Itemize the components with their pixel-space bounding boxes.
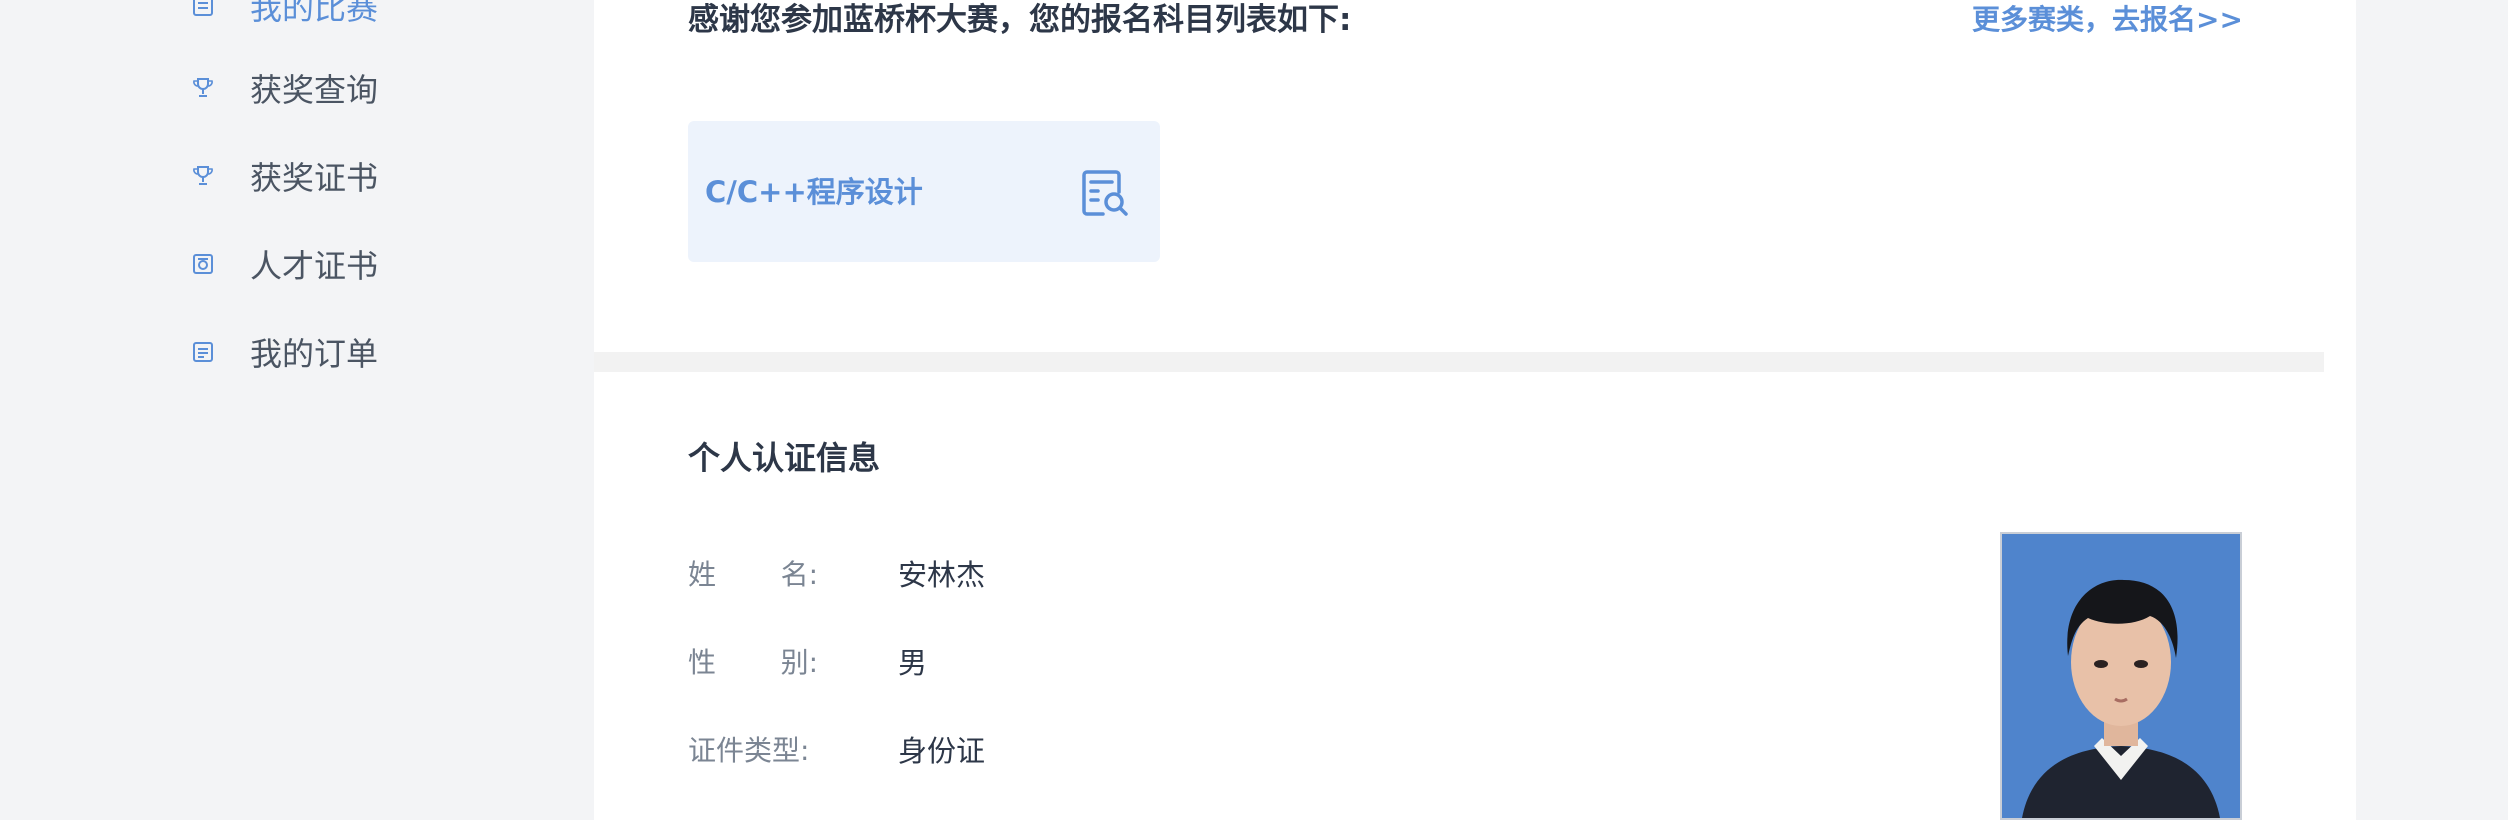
order-icon: [190, 339, 216, 365]
name-label: 姓 名:: [688, 555, 838, 595]
section-divider: [594, 352, 2324, 372]
subject-name: C/C++程序设计: [705, 175, 923, 209]
label-char: 别:: [780, 646, 818, 679]
id-type-label: 证件类型:: [688, 734, 810, 767]
sidebar-item-label: 获奖证书: [250, 159, 379, 197]
label-char: 姓: [688, 558, 717, 591]
id-type-value: 身份证: [898, 734, 986, 768]
registration-heading: 感谢您参加蓝桥杯大赛，您的报名科目列表如下:: [688, 2, 1352, 38]
subject-card[interactable]: C/C++程序设计: [688, 121, 1160, 262]
sidebar-item-label: 我的比赛: [250, 0, 379, 27]
sidebar-item-talent-certificate[interactable]: 人才证书: [190, 236, 378, 292]
name-value: 安林杰: [898, 558, 986, 592]
sidebar-item-label: 获奖查询: [250, 71, 379, 109]
sidebar-item-award-query[interactable]: 获奖查询: [190, 60, 378, 116]
certificate-icon: [190, 251, 216, 277]
sidebar: 我的比赛 获奖查询 获奖证书 人才证书 我的订单: [0, 0, 594, 820]
sidebar-item-award-certificate[interactable]: 获奖证书: [190, 148, 378, 204]
more-competitions-link[interactable]: 更多赛类，去报名>>: [1972, 0, 2243, 40]
label-char: 性: [688, 646, 717, 679]
sidebar-item-label: 我的订单: [250, 335, 379, 373]
sidebar-item-my-orders[interactable]: 我的订单: [190, 324, 378, 380]
page-background-right: [2356, 0, 2508, 820]
sidebar-item-label: 人才证书: [250, 247, 379, 285]
trophy-icon: [190, 75, 216, 101]
label-char: 名:: [780, 558, 818, 591]
gender-label: 性 别:: [688, 643, 838, 683]
id-photo: [2000, 532, 2242, 820]
trophy-icon: [190, 163, 216, 189]
sidebar-item-my-competitions[interactable]: 我的比赛: [190, 0, 378, 34]
list-icon: [190, 0, 216, 19]
search-document-icon[interactable]: [1078, 166, 1132, 220]
gender-value: 男: [898, 646, 928, 680]
section-title: 个人认证信息: [688, 439, 881, 477]
